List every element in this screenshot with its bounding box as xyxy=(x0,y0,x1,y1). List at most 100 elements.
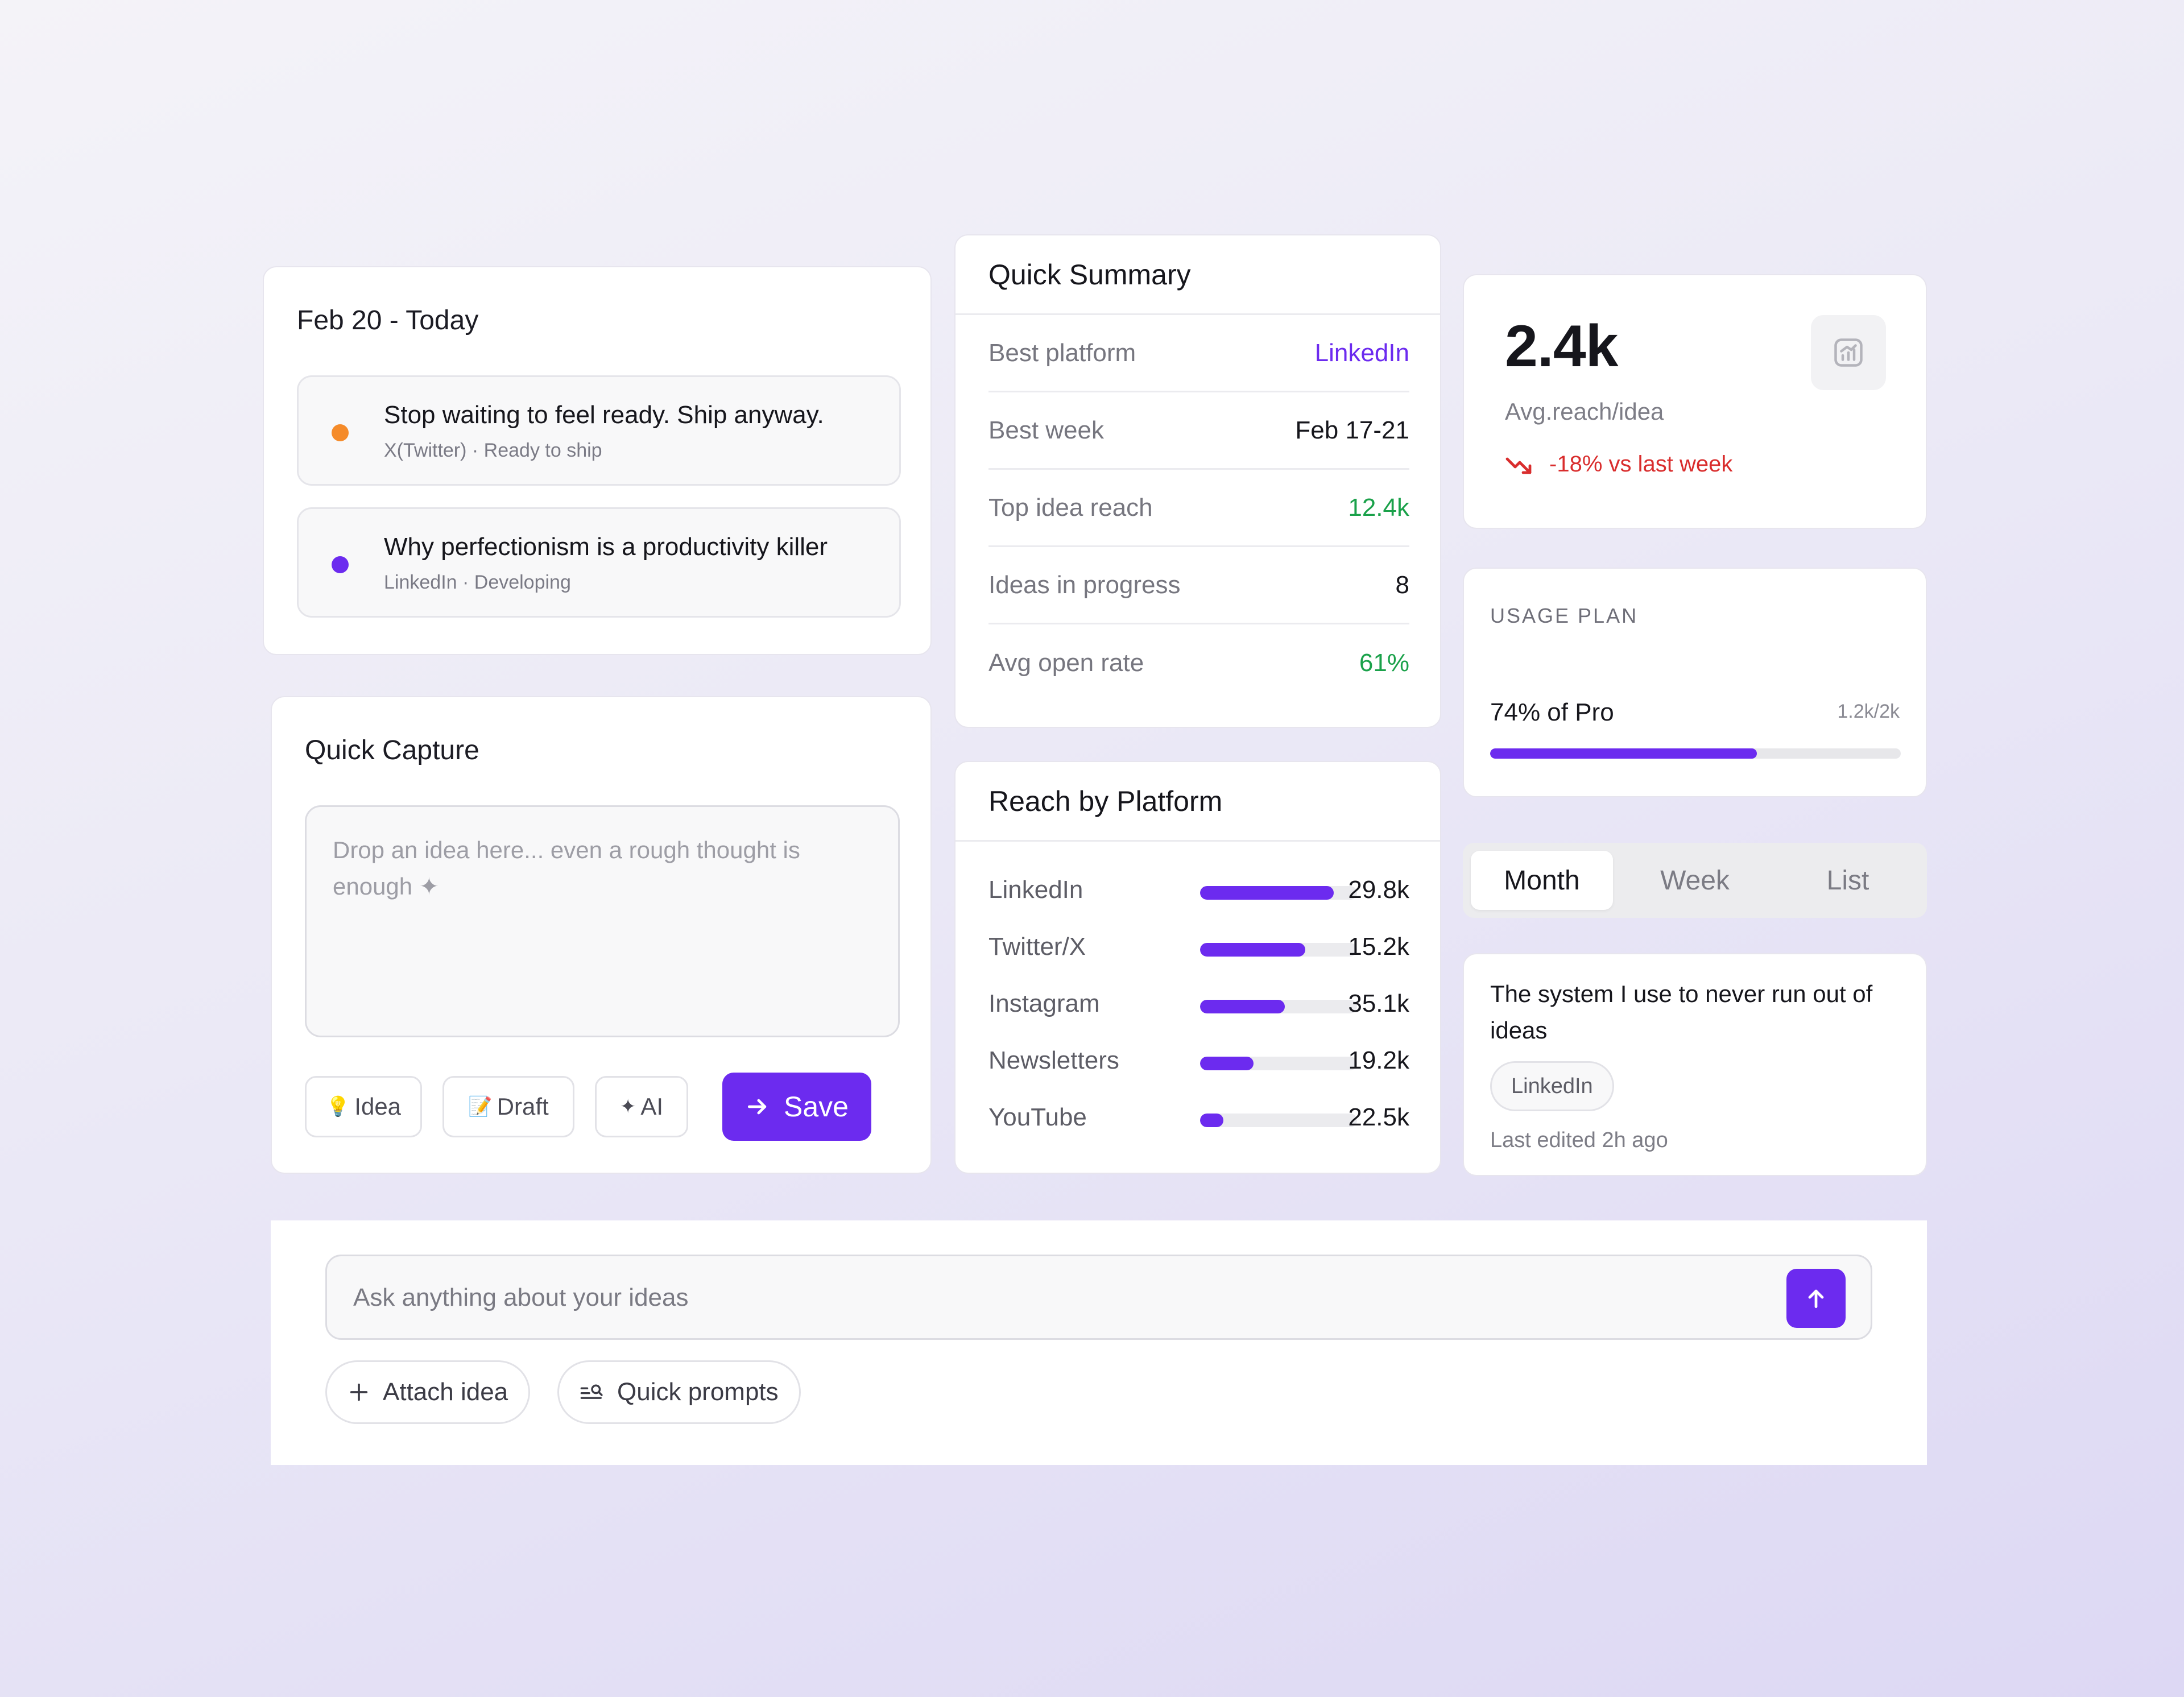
platform-value: 29.8k xyxy=(1348,876,1409,904)
usage-progress-fill xyxy=(1490,748,1757,759)
summary-label: Best platform xyxy=(988,338,1136,367)
reach-bar-track xyxy=(1200,1057,1357,1070)
lightbulb-icon: 💡 xyxy=(325,1096,350,1117)
tab-list[interactable]: List xyxy=(1777,851,1919,910)
view-toggle: Month Week List xyxy=(1463,843,1927,918)
attach-idea-label: Attach idea xyxy=(383,1378,508,1406)
summary-row: Best platform LinkedIn xyxy=(988,315,1409,392)
summary-label: Avg open rate xyxy=(988,649,1144,677)
last-edited: Last edited 2h ago xyxy=(1490,1128,1668,1152)
quick-capture-title: Quick Capture xyxy=(305,735,479,765)
ask-input[interactable] xyxy=(352,1273,1731,1322)
reach-bar-fill xyxy=(1200,1000,1285,1013)
quick-capture-card: Quick Capture 💡 Idea 📝 Draft ✦ AI Save xyxy=(271,696,932,1174)
kpi-value: 2.4k xyxy=(1505,313,1618,379)
reach-bar-fill xyxy=(1200,886,1334,900)
platform-label: Instagram xyxy=(988,990,1100,1017)
summary-label: Ideas in progress xyxy=(988,570,1181,599)
kpi-label: Avg.reach/idea xyxy=(1505,398,1664,425)
send-button[interactable] xyxy=(1786,1269,1846,1328)
today-title: Feb 20 - Today xyxy=(297,305,479,336)
task-item[interactable]: Why perfectionism is a productivity kill… xyxy=(297,507,901,618)
reach-bar-track xyxy=(1200,943,1357,957)
arrow-right-icon xyxy=(747,1099,767,1115)
chat-panel: Attach idea Quick prompts xyxy=(271,1220,1927,1465)
prompt-list-icon xyxy=(580,1384,603,1399)
chip-label: AI xyxy=(640,1093,664,1120)
platform-tag: LinkedIn xyxy=(1490,1061,1614,1111)
quick-prompts-label: Quick prompts xyxy=(617,1378,779,1406)
chip-label: Draft xyxy=(497,1093,549,1120)
reach-bar-track xyxy=(1200,1000,1357,1013)
task-title: Why perfectionism is a productivity kill… xyxy=(384,533,828,561)
today-card: Feb 20 - Today Stop waiting to feel read… xyxy=(263,266,932,655)
status-dot xyxy=(332,424,349,441)
summary-value: 12.4k xyxy=(1348,493,1409,521)
summary-row: Ideas in progress 8 xyxy=(988,547,1409,624)
trend-down-icon xyxy=(1505,457,1532,474)
reach-bar-fill xyxy=(1200,1114,1224,1127)
usage-progress-track xyxy=(1490,748,1901,759)
usage-plan-card: USAGE PLAN 74% of Pro 1.2k/2k xyxy=(1463,568,1927,797)
task-item[interactable]: Stop waiting to feel ready. Ship anyway.… xyxy=(297,375,901,486)
usage-ratio: 1.2k/2k xyxy=(1837,701,1900,722)
reach-bar-fill xyxy=(1200,1057,1254,1070)
reach-title: Reach by Platform xyxy=(956,762,1440,842)
usage-percent: 74% of Pro xyxy=(1490,698,1614,726)
summary-row: Avg open rate 61% xyxy=(988,624,1409,702)
summary-value: LinkedIn xyxy=(1314,338,1409,367)
summary-row: Best week Feb 17-21 xyxy=(988,392,1409,470)
arrow-up-icon xyxy=(1808,1289,1824,1309)
platform-row: LinkedIn 29.8k xyxy=(988,867,1409,912)
status-dot xyxy=(332,556,349,573)
platform-label: Newsletters xyxy=(988,1046,1119,1074)
platform-row: Instagram 35.1k xyxy=(988,980,1409,1026)
summary-value: 61% xyxy=(1359,649,1409,677)
save-button[interactable]: Save xyxy=(722,1073,871,1141)
quick-summary-card: Quick Summary Best platform LinkedIn Bes… xyxy=(954,234,1441,728)
platform-value: 22.5k xyxy=(1348,1103,1409,1131)
tab-month[interactable]: Month xyxy=(1471,851,1613,910)
reach-bar-track xyxy=(1200,886,1357,900)
save-label: Save xyxy=(784,1091,849,1123)
sparkle-icon: ✦ xyxy=(619,1096,636,1117)
summary-label: Best week xyxy=(988,416,1104,444)
plus-icon xyxy=(350,1383,368,1401)
summary-label: Top idea reach xyxy=(988,493,1153,521)
chat-box xyxy=(325,1255,1872,1340)
tab-week[interactable]: Week xyxy=(1624,851,1766,910)
idea-chip[interactable]: 💡 Idea xyxy=(305,1076,422,1137)
idea-textarea[interactable] xyxy=(305,805,900,1037)
platform-value: 19.2k xyxy=(1348,1046,1409,1074)
reach-by-platform-card: Reach by Platform LinkedIn 29.8k Twitter… xyxy=(954,761,1441,1174)
quick-summary-title: Quick Summary xyxy=(956,235,1440,315)
idea-title: The system I use to never run out of ide… xyxy=(1490,980,1873,1044)
idea-card[interactable]: The system I use to never run out of ide… xyxy=(1463,953,1927,1176)
platform-row: Newsletters 19.2k xyxy=(988,1037,1409,1083)
summary-row: Top idea reach 12.4k xyxy=(988,470,1409,547)
avg-reach-card: 2.4k Avg.reach/idea -18% vs last week xyxy=(1463,274,1927,529)
platform-value: 35.1k xyxy=(1348,990,1409,1017)
summary-value: Feb 17-21 xyxy=(1295,416,1409,444)
task-meta: X(Twitter) · Ready to ship xyxy=(384,440,602,461)
quick-prompts-button[interactable]: Quick prompts xyxy=(557,1360,801,1424)
chip-label: Idea xyxy=(354,1093,402,1120)
kpi-trend: -18% vs last week xyxy=(1505,452,1732,477)
memo-icon: 📝 xyxy=(468,1096,493,1117)
reach-bar-fill xyxy=(1200,943,1305,957)
chart-icon-button[interactable] xyxy=(1811,315,1886,390)
ai-chip[interactable]: ✦ AI xyxy=(595,1076,688,1137)
task-meta: LinkedIn · Developing xyxy=(384,572,571,593)
draft-chip[interactable]: 📝 Draft xyxy=(442,1076,574,1137)
reach-bar-track xyxy=(1200,1114,1357,1127)
summary-value: 8 xyxy=(1395,570,1409,599)
platform-row: YouTube 22.5k xyxy=(988,1094,1409,1140)
platform-value: 15.2k xyxy=(1348,933,1409,961)
attach-idea-button[interactable]: Attach idea xyxy=(325,1360,531,1424)
chart-icon xyxy=(1834,338,1863,367)
platform-label: Twitter/X xyxy=(988,933,1086,961)
kpi-trend-text: -18% vs last week xyxy=(1549,452,1733,477)
platform-label: LinkedIn xyxy=(988,876,1083,904)
platform-row: Twitter/X 15.2k xyxy=(988,924,1409,969)
task-title: Stop waiting to feel ready. Ship anyway. xyxy=(384,401,824,429)
